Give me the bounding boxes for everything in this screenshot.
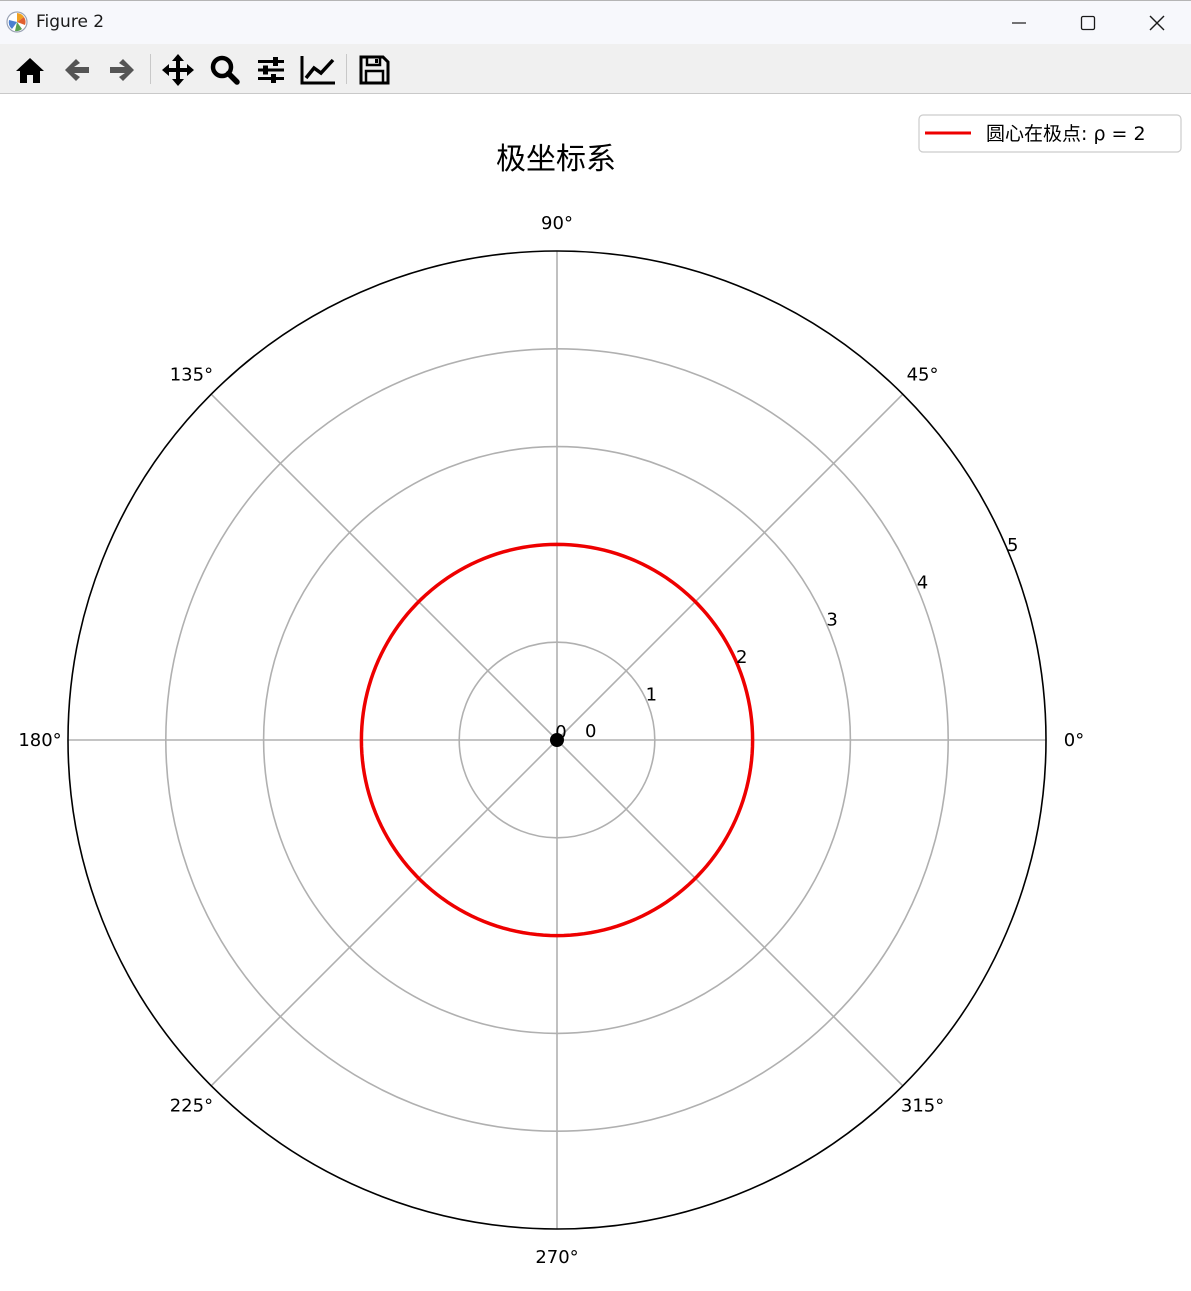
forward-button[interactable] — [102, 50, 142, 90]
configure-subplots-button[interactable] — [251, 50, 291, 90]
close-icon — [1149, 15, 1165, 31]
theta-tick-label: 315° — [901, 1096, 944, 1117]
theta-tick-label: 180° — [18, 730, 61, 751]
edit-axis-button[interactable] — [298, 50, 338, 90]
matplotlib-app-icon — [6, 11, 28, 33]
angular-gridline — [210, 393, 558, 741]
pan-button[interactable] — [158, 50, 198, 90]
edit-axis-icon — [300, 56, 335, 85]
save-icon — [359, 55, 390, 85]
minimize-button[interactable] — [985, 1, 1053, 45]
window-titlebar: Figure 2 — [0, 0, 1191, 44]
angular-gridline — [556, 739, 904, 1087]
toolbar-separator — [150, 54, 151, 84]
forward-arrow-icon — [110, 59, 134, 81]
r-tick-label: 1 — [646, 685, 657, 706]
theta-tick-label: 90° — [541, 213, 573, 234]
window-title: Figure 2 — [36, 12, 105, 32]
angular-gridline — [210, 739, 558, 1087]
theta-tick-label: 135° — [170, 364, 213, 385]
pan-icon — [162, 54, 194, 86]
theta-tick-label: 0° — [1064, 730, 1084, 751]
navigation-toolbar — [0, 44, 1191, 94]
r-tick-label: 5 — [1007, 535, 1018, 556]
home-button[interactable] — [10, 50, 50, 90]
r-tick-label: 2 — [736, 647, 747, 668]
configure-subplots-icon — [258, 57, 284, 83]
zoom-icon — [210, 55, 240, 85]
r-tick-label: 0 — [555, 722, 566, 743]
theta-tick-label: 45° — [907, 364, 939, 385]
polar-chart: 0 0° 45° 90° 135° 180° 225° 270° 315° 0 1 2 3 4 5 极坐标系… — [18, 114, 1182, 1268]
maximize-button[interactable] — [1054, 1, 1122, 45]
close-button[interactable] — [1123, 1, 1191, 45]
minimize-icon — [1012, 22, 1026, 24]
figure-canvas: 0 0° 45° 90° 135° 180° 225° 270° 315° 0 1 2 3 4 5 极坐标系… — [0, 94, 1191, 1291]
angular-gridline — [556, 393, 904, 741]
r-tick-label: 4 — [917, 572, 928, 593]
maximize-icon — [1080, 15, 1096, 31]
zoom-button[interactable] — [205, 50, 245, 90]
back-button[interactable] — [57, 50, 97, 90]
theta-tick-label: 225° — [170, 1096, 213, 1117]
point-label: 0 — [585, 721, 596, 742]
legend-entry-label: 圆心在极点: ρ = 2 — [986, 123, 1146, 145]
home-icon — [16, 58, 44, 83]
r-tick-label: 3 — [826, 610, 837, 631]
theta-tick-label: 270° — [535, 1247, 578, 1268]
chart-title: 极坐标系 — [496, 142, 616, 177]
toolbar-separator — [346, 54, 347, 84]
legend: 圆心在极点: ρ = 2 — [918, 114, 1182, 153]
back-arrow-icon — [65, 59, 89, 81]
save-button[interactable] — [354, 50, 394, 90]
